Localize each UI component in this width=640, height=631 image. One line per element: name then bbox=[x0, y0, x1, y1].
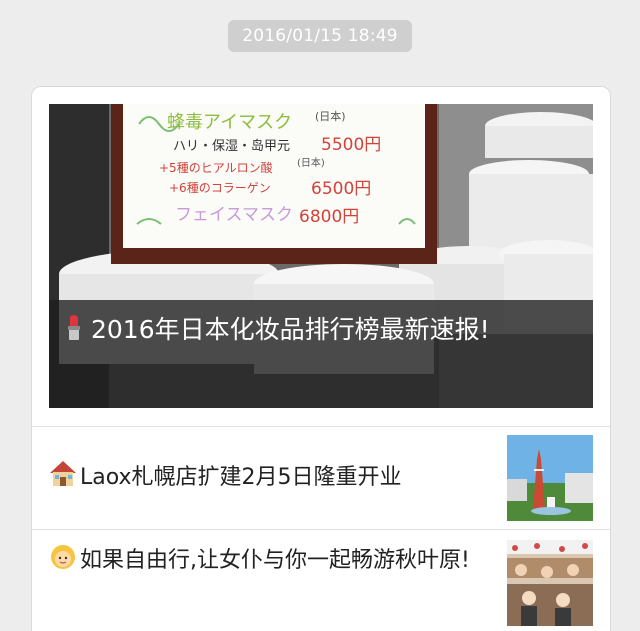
sign-line-4: +6種のコラーゲン bbox=[169, 181, 271, 195]
sign-line-3: +5種のヒアルロン酸 bbox=[159, 160, 273, 175]
sign-line-5: フェイスマスク bbox=[175, 205, 293, 225]
article-title-text: Laox札幌店扩建2月5日隆重开业 bbox=[80, 465, 402, 490]
girl-face-icon bbox=[48, 541, 78, 571]
sign-line-2-price: 5500円 bbox=[321, 135, 381, 155]
message-timestamp: 2016/01/15 18:49 bbox=[228, 20, 412, 52]
main-article-title-text: 2016年日本化妆品排行榜最新速报! bbox=[91, 315, 490, 344]
chat-view: 2016/01/15 18:49 蜂毒アイマスク (日本) ハリ・保湿・岛甲元 … bbox=[0, 0, 640, 631]
sign-line-3-note: (日本) bbox=[297, 156, 325, 169]
house-icon bbox=[48, 458, 78, 488]
article-title: 如果自由行,让女仆与你一起畅游秋叶原! bbox=[48, 538, 488, 584]
article-title: Laox札幌店扩建2月5日隆重开业 bbox=[48, 455, 488, 501]
sign-line-1-note: (日本) bbox=[315, 109, 346, 123]
main-article-cover[interactable]: 蜂毒アイマスク (日本) ハリ・保湿・岛甲元 5500円 +5種のヒアルロン酸 … bbox=[49, 104, 593, 408]
lipstick-icon bbox=[59, 312, 89, 342]
sign-line-5-price: 6800円 bbox=[299, 207, 359, 227]
article-card[interactable]: 蜂毒アイマスク (日本) ハリ・保湿・岛甲元 5500円 +5種のヒアルロン酸 … bbox=[31, 86, 611, 631]
cover-caption-overlay: 2016年日本化妆品排行榜最新速报! bbox=[49, 300, 593, 408]
article-title-text: 如果自由行,让女仆与你一起畅游秋叶原! bbox=[80, 548, 470, 573]
article-thumbnail bbox=[507, 435, 593, 521]
sign-line-2: ハリ・保湿・岛甲元 bbox=[173, 138, 290, 154]
main-article-title: 2016年日本化妆品排行榜最新速报! bbox=[59, 306, 579, 353]
list-item[interactable]: 如果自由行,让女仆与你一起畅游秋叶原! bbox=[32, 529, 610, 631]
sign-line-1: 蜂毒アイマスク bbox=[167, 112, 292, 133]
article-thumbnail bbox=[507, 540, 593, 626]
list-item[interactable]: Laox札幌店扩建2月5日隆重开业 bbox=[32, 426, 610, 529]
sign-line-4-price: 6500円 bbox=[311, 179, 371, 199]
